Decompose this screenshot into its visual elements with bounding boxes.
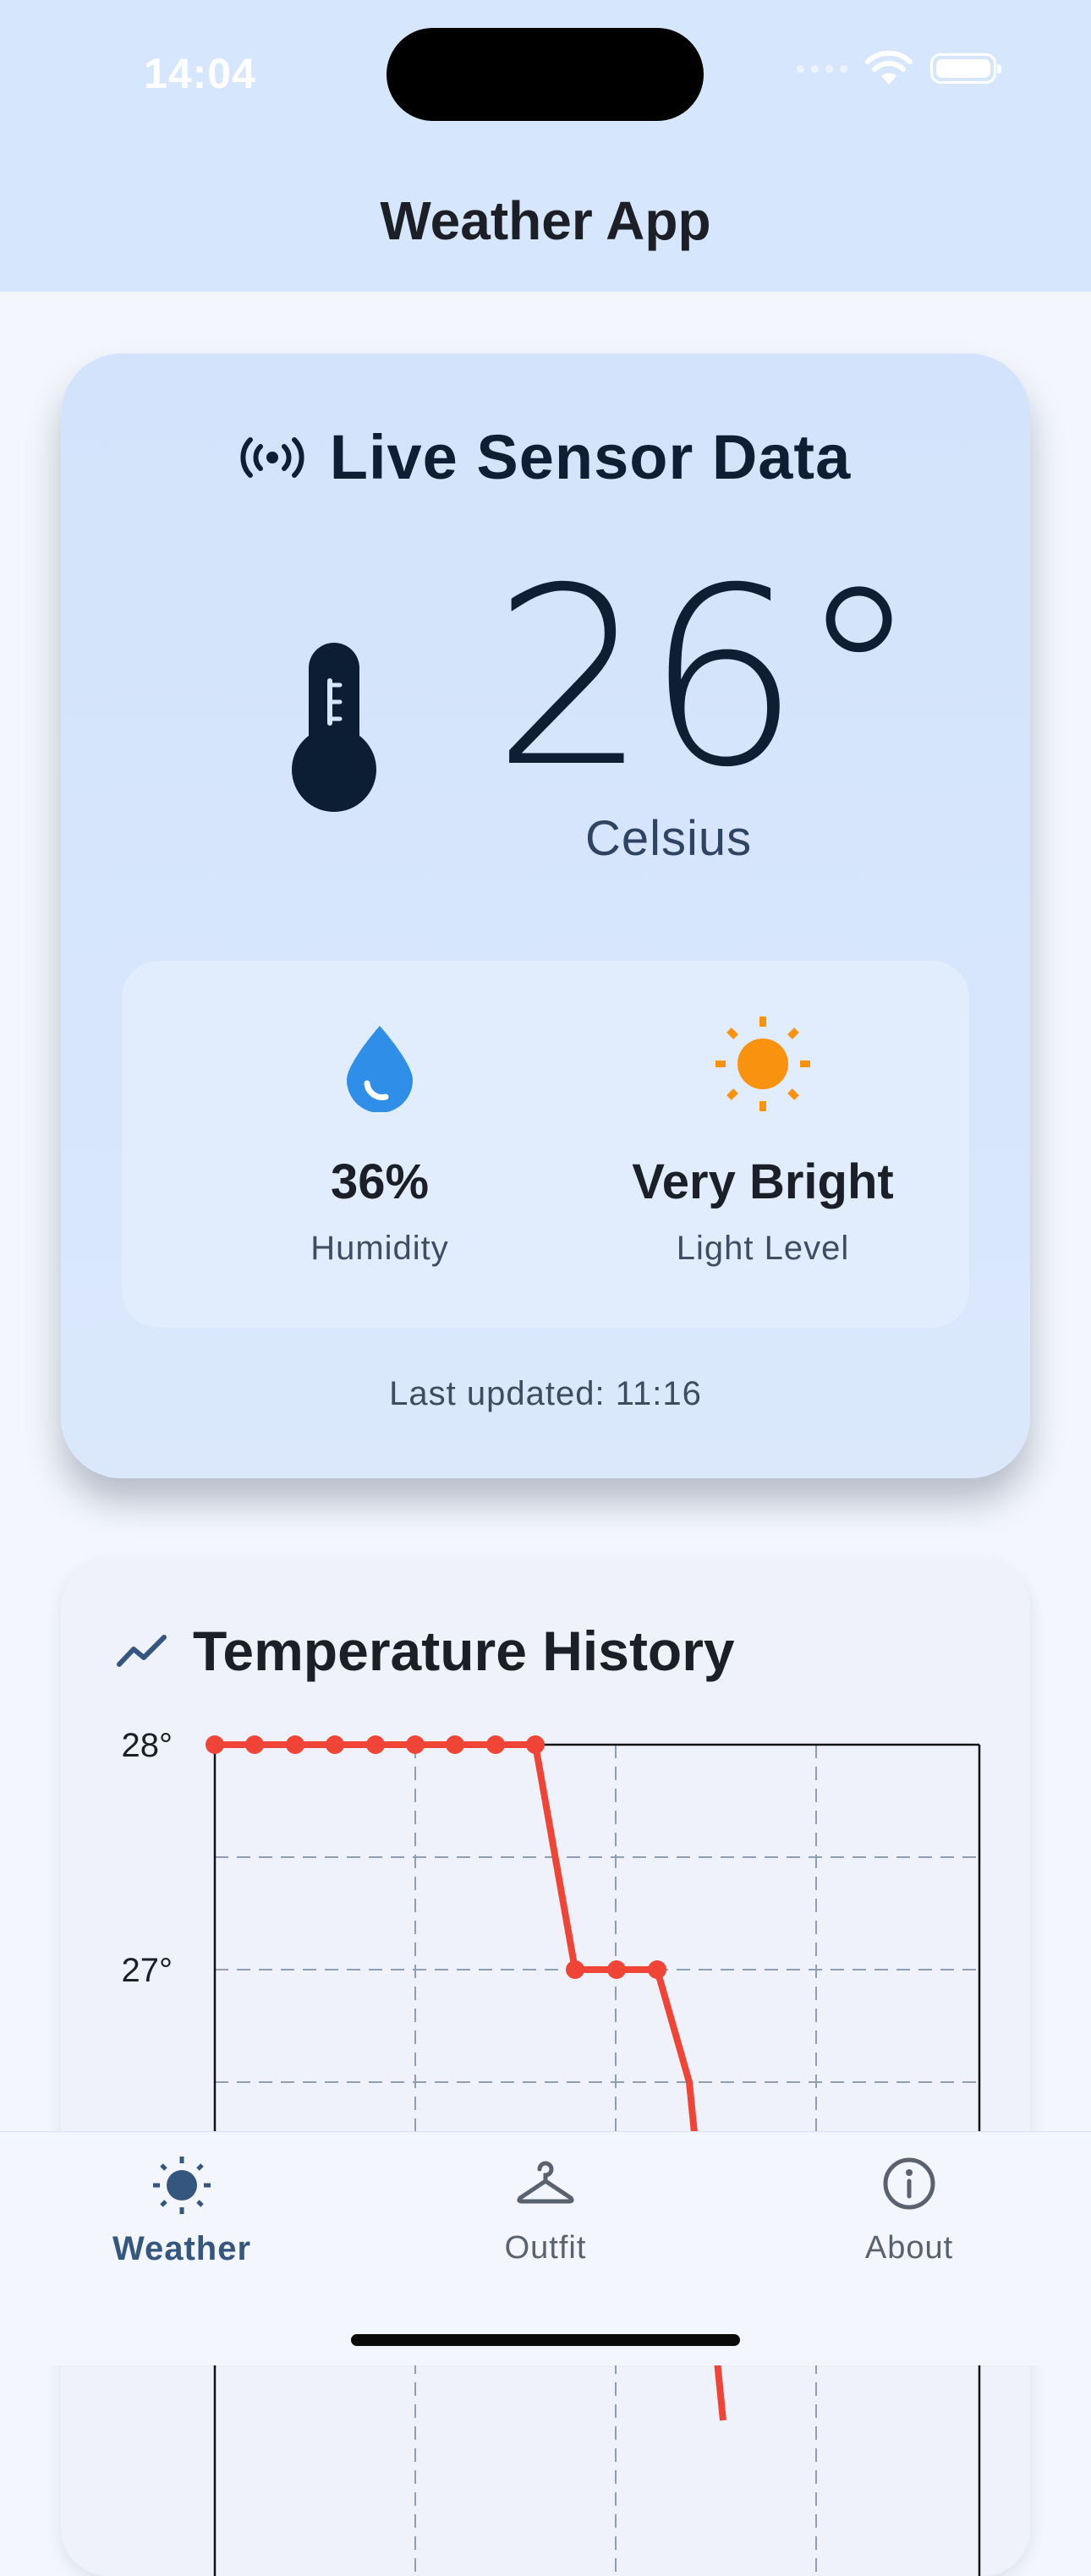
data-point <box>566 1960 584 1979</box>
temperature-value: 26° <box>492 536 920 821</box>
sun-icon <box>715 1017 810 1111</box>
sensor-broadcast-icon <box>240 436 304 478</box>
y-tick-label: 28° <box>122 1727 173 1764</box>
nav-label-about: About <box>864 2230 954 2266</box>
app-title: Weather App <box>380 190 711 251</box>
nav-label-outfit: Outfit <box>504 2230 587 2266</box>
temperature-unit: Celsius <box>585 811 753 866</box>
y-tick-label: 27° <box>122 1952 173 1989</box>
data-point <box>446 1735 464 1754</box>
dynamic-island <box>387 28 704 121</box>
sensor-card-header: Live Sensor Data <box>61 421 1030 493</box>
nav-label-weather: Weather <box>112 2230 252 2267</box>
humidity-label: Humidity <box>310 1230 449 1267</box>
info-icon <box>883 2157 935 2210</box>
data-point <box>486 1735 505 1754</box>
temperature-chart: 28° 27° <box>122 1727 981 2576</box>
data-point <box>366 1735 385 1754</box>
data-point <box>648 1960 666 1979</box>
status-icons <box>797 51 1001 86</box>
signal-icon <box>797 64 847 73</box>
sensor-card-title: Live Sensor Data <box>329 422 852 492</box>
data-point <box>326 1735 344 1754</box>
metrics-panel: 36% Humidity Very Bright Light Level <box>122 961 969 1328</box>
data-point <box>286 1735 304 1754</box>
data-point <box>526 1735 545 1754</box>
bottom-nav: Weather Outfit About <box>0 2131 1091 2365</box>
data-point <box>206 1735 224 1754</box>
home-indicator <box>351 2334 740 2346</box>
status-time: 14:04 <box>144 50 256 97</box>
wifi-icon <box>865 51 913 85</box>
hanger-icon <box>517 2161 574 2204</box>
battery-icon <box>930 53 1001 84</box>
app-bar: 14:04 Weather App <box>0 0 1091 292</box>
data-point <box>245 1735 264 1754</box>
humidity-value: 36% <box>330 1154 430 1209</box>
sun-icon <box>153 2157 211 2214</box>
water-drop-icon <box>347 1026 413 1112</box>
light-label: Light Level <box>676 1230 850 1267</box>
light-value: Very Bright <box>632 1154 894 1209</box>
history-card: Temperature History 28° 27° <box>61 1561 1030 2576</box>
thermometer-icon <box>292 643 376 812</box>
sensor-card: Live Sensor Data 26° Celsius 36% Humidit… <box>61 354 1030 1478</box>
last-updated: Last updated: 11:16 <box>389 1375 702 1412</box>
data-point <box>607 1960 626 1979</box>
data-point <box>406 1735 425 1754</box>
